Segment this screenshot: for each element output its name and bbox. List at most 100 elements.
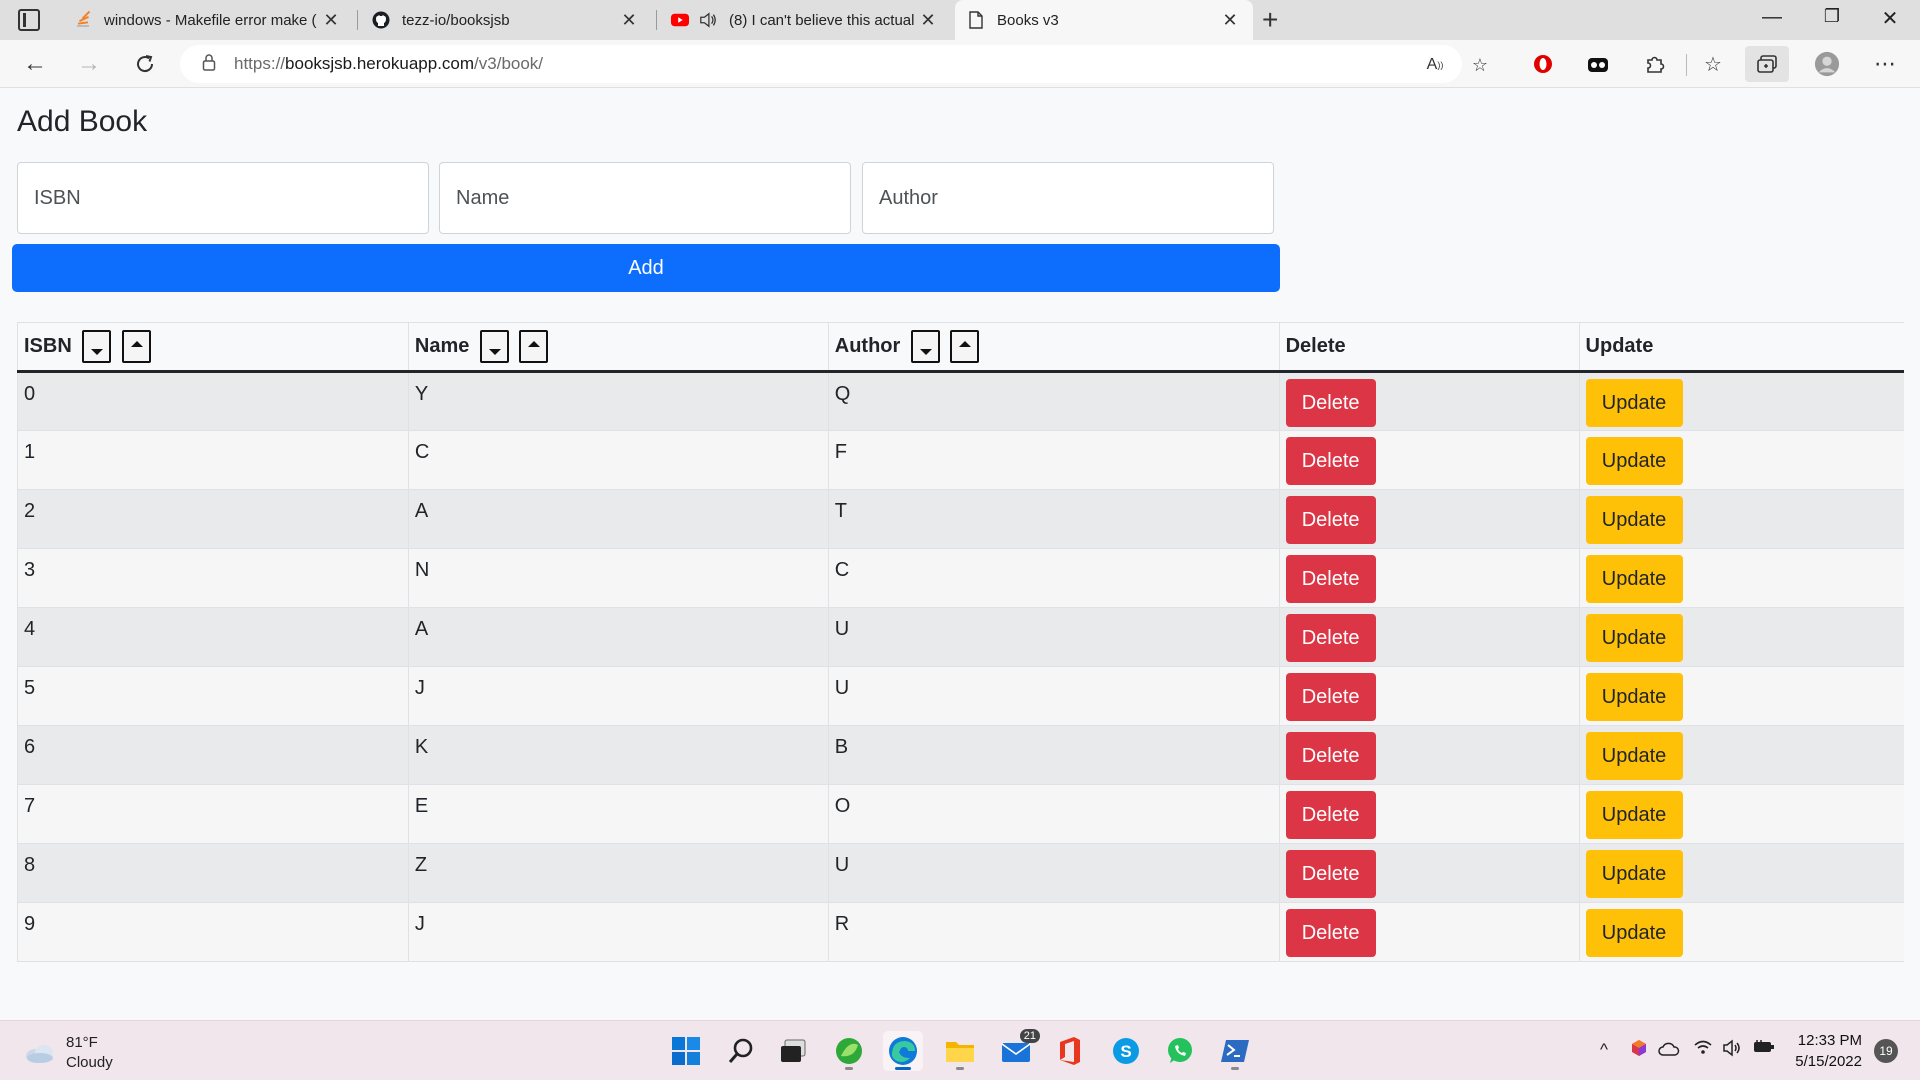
close-tab-icon[interactable]: ✕ xyxy=(1219,10,1241,31)
whatsapp-icon[interactable] xyxy=(1160,1031,1200,1071)
tab-youtube-video[interactable]: (8) I can't believe this actual ✕ xyxy=(659,0,951,40)
url-text[interactable]: https://booksjsb.herokuapp.com/v3/book/ xyxy=(234,54,543,74)
close-tab-icon[interactable]: ✕ xyxy=(917,10,939,31)
page-title: Add Book xyxy=(17,105,148,138)
mail-icon[interactable]: 21 xyxy=(996,1029,1040,1071)
books-table: ISBN Name Author Delete Update 0YQDel xyxy=(17,322,1904,962)
running-indicator xyxy=(895,1067,911,1070)
sort-name-desc-button[interactable] xyxy=(479,330,509,363)
delete-button[interactable]: Delete xyxy=(1285,379,1376,427)
author-input[interactable] xyxy=(862,162,1274,234)
powershell-icon[interactable] xyxy=(1215,1031,1255,1071)
delete-button[interactable]: Delete xyxy=(1285,555,1376,603)
close-tab-icon[interactable]: ✕ xyxy=(618,10,640,31)
update-cell: Update xyxy=(1579,725,1904,785)
tab-github-booksjsb[interactable]: tezz-io/booksjsb ✕ xyxy=(360,0,652,40)
close-tab-icon[interactable]: ✕ xyxy=(320,10,342,31)
name-cell: A xyxy=(408,489,829,549)
delete-button[interactable]: Delete xyxy=(1285,732,1376,780)
update-button[interactable]: Update xyxy=(1585,379,1683,427)
update-button[interactable]: Update xyxy=(1585,673,1683,721)
office-icon[interactable] xyxy=(1050,1031,1090,1071)
delete-button[interactable]: Delete xyxy=(1285,909,1376,957)
skype-icon[interactable]: S xyxy=(1106,1031,1146,1071)
update-button[interactable]: Update xyxy=(1585,437,1683,485)
delete-cell: Delete xyxy=(1279,784,1580,844)
battery-icon[interactable] xyxy=(1752,1039,1776,1060)
delete-button[interactable]: Delete xyxy=(1285,673,1376,721)
refresh-icon[interactable] xyxy=(128,48,162,80)
author-cell: U xyxy=(828,843,1280,903)
more-options-icon[interactable]: ⋯ xyxy=(1872,51,1898,77)
name-header-label: Name xyxy=(414,335,470,357)
restore-icon[interactable]: ❐ xyxy=(1812,6,1852,27)
lock-icon[interactable] xyxy=(202,53,216,76)
update-button[interactable]: Update xyxy=(1585,850,1683,898)
wifi-icon[interactable] xyxy=(1693,1039,1713,1060)
delete-button[interactable]: Delete xyxy=(1285,850,1376,898)
page-content: Add Book Add ISBN Name Author xyxy=(0,89,1920,1020)
sort-name-asc-button[interactable] xyxy=(519,330,549,363)
edge-icon[interactable] xyxy=(883,1031,923,1071)
collections-icon[interactable] xyxy=(1745,46,1789,82)
forward-icon[interactable]: → xyxy=(72,48,106,80)
delete-cell: Delete xyxy=(1279,489,1580,549)
isbn-cell: 9 xyxy=(17,902,409,962)
new-tab-icon[interactable]: + xyxy=(1262,4,1278,36)
delete-button[interactable]: Delete xyxy=(1285,437,1376,485)
weather-widget[interactable]: 81°F Cloudy xyxy=(24,1033,113,1073)
isbn-input[interactable] xyxy=(17,162,429,234)
update-button[interactable]: Update xyxy=(1585,555,1683,603)
tab-books-v3[interactable]: Books v3 ✕ xyxy=(955,0,1253,40)
app-leaf-icon[interactable] xyxy=(829,1031,869,1071)
update-button[interactable]: Update xyxy=(1585,791,1683,839)
tab-makefile-error[interactable]: windows - Makefile error make ( ✕ xyxy=(62,0,354,40)
tab-actions-icon[interactable] xyxy=(18,9,40,31)
browser-tab-strip: windows - Makefile error make ( ✕ tezz-i… xyxy=(0,0,1920,40)
task-view-icon[interactable] xyxy=(773,1031,813,1071)
extension-icon[interactable] xyxy=(1585,51,1611,77)
weather-desc: Cloudy xyxy=(66,1054,113,1071)
clock-time: 12:33 PM xyxy=(1797,1032,1862,1049)
name-input[interactable] xyxy=(439,162,851,234)
sort-isbn-desc-button[interactable] xyxy=(82,330,112,363)
update-button[interactable]: Update xyxy=(1585,496,1683,544)
sort-author-asc-button[interactable] xyxy=(950,330,980,363)
add-button[interactable]: Add xyxy=(12,244,1280,292)
sort-isbn-asc-button[interactable] xyxy=(121,330,151,363)
notification-badge[interactable]: 19 xyxy=(1874,1039,1898,1063)
show-hidden-icons-icon[interactable]: ^ xyxy=(1600,1040,1608,1060)
delete-button[interactable]: Delete xyxy=(1285,496,1376,544)
mail-badge: 21 xyxy=(1019,1029,1040,1043)
window-close-icon[interactable]: ✕ xyxy=(1870,6,1910,31)
tab-title: windows - Makefile error make ( xyxy=(104,11,317,29)
tray-app-icon[interactable] xyxy=(1630,1039,1648,1062)
delete-button[interactable]: Delete xyxy=(1285,791,1376,839)
sort-author-desc-button[interactable] xyxy=(910,330,940,363)
profile-avatar[interactable] xyxy=(1814,51,1840,77)
update-cell: Update xyxy=(1579,371,1904,431)
update-button[interactable]: Update xyxy=(1585,732,1683,780)
opera-extension-icon[interactable] xyxy=(1530,51,1556,77)
address-bar[interactable]: https://booksjsb.herokuapp.com/v3/book/ xyxy=(180,45,1462,83)
volume-icon[interactable] xyxy=(1722,1039,1742,1062)
update-button[interactable]: Update xyxy=(1585,614,1683,662)
youtube-icon xyxy=(671,11,689,29)
favorites-icon[interactable]: ☆ xyxy=(1700,51,1726,77)
system-clock[interactable]: 12:33 PM 5/15/2022 xyxy=(1780,1030,1862,1072)
add-favorite-icon[interactable]: ☆ xyxy=(1468,53,1492,77)
minimize-icon[interactable]: — xyxy=(1752,6,1792,29)
name-cell: Y xyxy=(408,371,829,431)
update-button[interactable]: Update xyxy=(1585,909,1683,957)
file-explorer-icon[interactable] xyxy=(940,1031,980,1071)
onedrive-icon[interactable] xyxy=(1658,1041,1680,1061)
extensions-puzzle-icon[interactable] xyxy=(1642,51,1668,77)
delete-button[interactable]: Delete xyxy=(1285,614,1376,662)
stackoverflow-icon xyxy=(74,11,92,29)
speaker-audio-icon[interactable] xyxy=(699,11,717,29)
back-icon[interactable]: ← xyxy=(18,48,52,80)
start-icon[interactable] xyxy=(666,1031,706,1071)
delete-cell: Delete xyxy=(1279,843,1580,903)
read-aloud-icon[interactable]: A)) xyxy=(1423,53,1447,77)
search-icon[interactable] xyxy=(721,1031,761,1071)
